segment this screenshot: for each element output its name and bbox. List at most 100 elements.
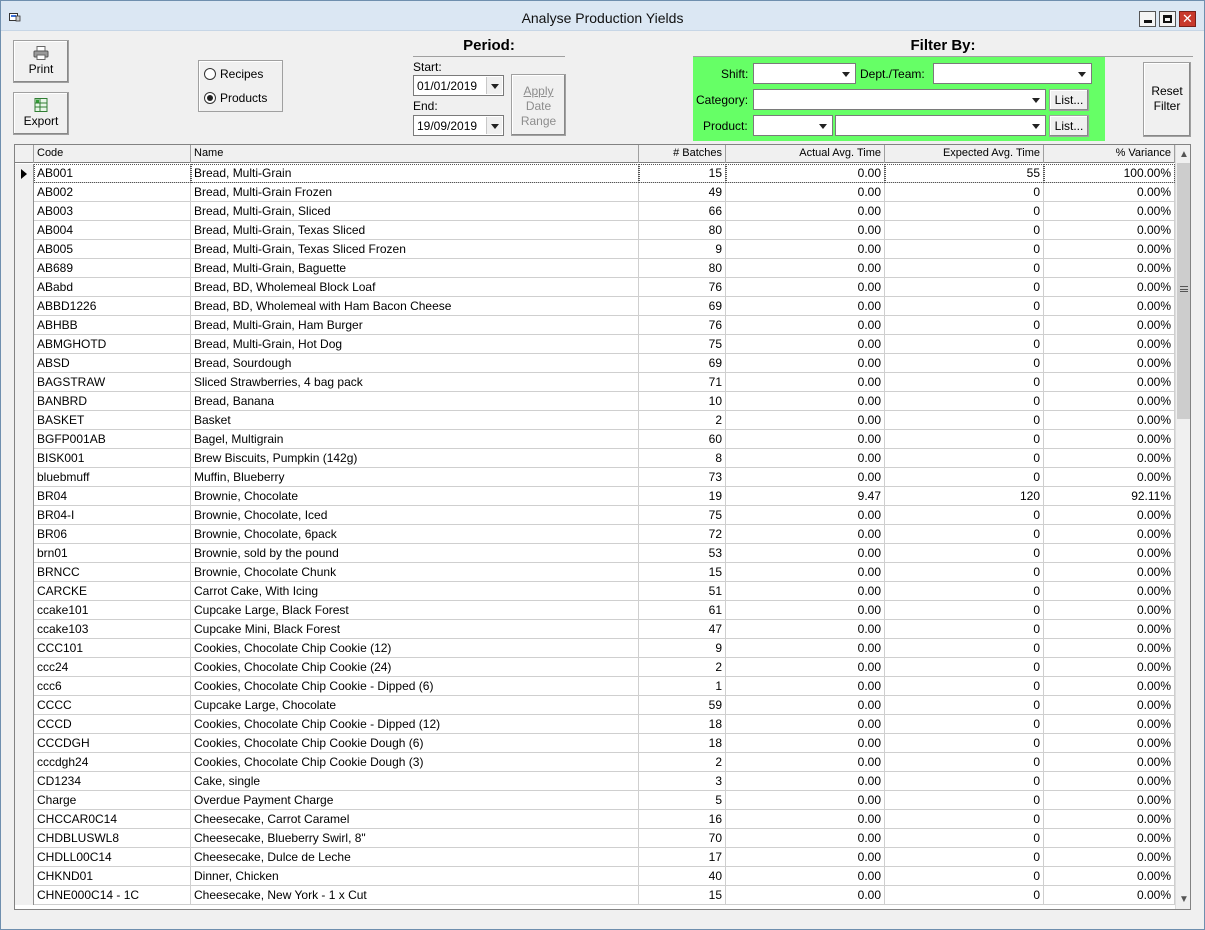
variance-cell[interactable]: 0.00%	[1044, 753, 1175, 772]
table-row[interactable]: ccake101 Cupcake Large, Black Forest 61 0.0…	[15, 601, 1175, 620]
expected-avg-time-cell[interactable]: 0	[885, 753, 1044, 772]
code-cell[interactable]: AB004	[34, 221, 191, 240]
actual-avg-time-cell[interactable]: 0.00	[726, 525, 885, 544]
code-cell[interactable]: ccc24	[34, 658, 191, 677]
batches-cell[interactable]: 76	[639, 316, 726, 335]
row-selector[interactable]	[15, 316, 34, 335]
expected-avg-time-cell[interactable]: 0	[885, 278, 1044, 297]
actual-avg-time-cell[interactable]: 9.47	[726, 487, 885, 506]
start-date-picker[interactable]: 01/01/2019	[413, 75, 504, 96]
chevron-down-icon[interactable]	[815, 117, 831, 134]
row-selector[interactable]	[15, 430, 34, 449]
table-row[interactable]: CHDLL00C14 Cheesecake, Dulce de Leche 17 0.…	[15, 848, 1175, 867]
row-selector[interactable]	[15, 810, 34, 829]
actual-avg-time-cell[interactable]: 0.00	[726, 278, 885, 297]
code-cell[interactable]: BR04-I	[34, 506, 191, 525]
expected-avg-time-cell[interactable]: 0	[885, 449, 1044, 468]
row-selector[interactable]	[15, 525, 34, 544]
name-cell[interactable]: Cookies, Chocolate Chip Cookie (12)	[191, 639, 639, 658]
name-cell[interactable]: Basket	[191, 411, 639, 430]
name-cell[interactable]: Overdue Payment Charge	[191, 791, 639, 810]
variance-cell[interactable]: 0.00%	[1044, 715, 1175, 734]
actual-avg-time-cell[interactable]: 0.00	[726, 829, 885, 848]
row-selector[interactable]	[15, 620, 34, 639]
name-cell[interactable]: Bagel, Multigrain	[191, 430, 639, 449]
actual-avg-time-cell[interactable]: 0.00	[726, 658, 885, 677]
code-cell[interactable]: CCC101	[34, 639, 191, 658]
vertical-scrollbar[interactable]: ▲ ▼	[1175, 145, 1190, 909]
table-row[interactable]: BANBRD Bread, Banana 10 0.00 0 0.00%	[15, 392, 1175, 411]
expected-avg-time-cell[interactable]: 0	[885, 525, 1044, 544]
apply-date-range-button[interactable]: Apply Date Range	[511, 74, 566, 136]
name-cell[interactable]: Brownie, Chocolate, Iced	[191, 506, 639, 525]
actual-avg-time-cell[interactable]: 0.00	[726, 468, 885, 487]
variance-cell[interactable]: 0.00%	[1044, 544, 1175, 563]
variance-cell[interactable]: 0.00%	[1044, 867, 1175, 886]
expected-avg-time-cell[interactable]: 0	[885, 240, 1044, 259]
code-cell[interactable]: CHKND01	[34, 867, 191, 886]
close-button[interactable]: ✕	[1179, 11, 1196, 27]
table-row[interactable]: CCC101 Cookies, Chocolate Chip Cookie (12…	[15, 639, 1175, 658]
table-row[interactable]: ABabd Bread, BD, Wholemeal Block Loaf 76 0.…	[15, 278, 1175, 297]
row-selector[interactable]	[15, 221, 34, 240]
expected-avg-time-cell[interactable]: 0	[885, 601, 1044, 620]
variance-cell[interactable]: 0.00%	[1044, 221, 1175, 240]
actual-avg-time-cell[interactable]: 0.00	[726, 506, 885, 525]
batches-cell[interactable]: 75	[639, 335, 726, 354]
actual-avg-time-cell[interactable]: 0.00	[726, 867, 885, 886]
code-cell[interactable]: BR06	[34, 525, 191, 544]
batches-cell[interactable]: 76	[639, 278, 726, 297]
row-selector[interactable]	[15, 259, 34, 278]
name-cell[interactable]: Bread, Sourdough	[191, 354, 639, 373]
batches-cell[interactable]: 47	[639, 620, 726, 639]
table-row[interactable]: BR06 Brownie, Chocolate, 6pack 72 0.00 0 0.00…	[15, 525, 1175, 544]
category-list-button[interactable]: List...	[1049, 89, 1089, 111]
code-cell[interactable]: BR04	[34, 487, 191, 506]
batches-cell[interactable]: 15	[639, 886, 726, 905]
name-cell[interactable]: Cake, single	[191, 772, 639, 791]
variance-cell[interactable]: 0.00%	[1044, 639, 1175, 658]
code-cell[interactable]: ABBD1226	[34, 297, 191, 316]
expected-avg-time-cell[interactable]: 0	[885, 715, 1044, 734]
row-selector[interactable]	[15, 639, 34, 658]
batches-cell[interactable]: 15	[639, 563, 726, 582]
code-cell[interactable]: AB001	[34, 164, 191, 183]
row-selector[interactable]	[15, 544, 34, 563]
actual-avg-time-cell[interactable]: 0.00	[726, 335, 885, 354]
code-cell[interactable]: CHCCAR0C14	[34, 810, 191, 829]
scroll-thumb[interactable]	[1177, 163, 1190, 419]
name-cell[interactable]: Cheesecake, New York - 1 x Cut	[191, 886, 639, 905]
column-header-expected-avg-time[interactable]: Expected Avg. Time	[885, 145, 1044, 163]
row-selector[interactable]	[15, 506, 34, 525]
variance-cell[interactable]: 0.00%	[1044, 316, 1175, 335]
expected-avg-time-cell[interactable]: 0	[885, 373, 1044, 392]
recipes-radio[interactable]: Recipes	[204, 66, 282, 82]
name-cell[interactable]: Cookies, Chocolate Chip Cookie Dough (6)	[191, 734, 639, 753]
row-selector[interactable]	[15, 411, 34, 430]
code-cell[interactable]: CARCKE	[34, 582, 191, 601]
code-cell[interactable]: cccdgh24	[34, 753, 191, 772]
variance-cell[interactable]: 0.00%	[1044, 449, 1175, 468]
batches-cell[interactable]: 69	[639, 354, 726, 373]
table-row[interactable]: BASKET Basket 2 0.00 0 0.00%	[15, 411, 1175, 430]
actual-avg-time-cell[interactable]: 0.00	[726, 544, 885, 563]
table-row[interactable]: ABHBB Bread, Multi-Grain, Ham Burger 76 0.0…	[15, 316, 1175, 335]
code-cell[interactable]: CCCDGH	[34, 734, 191, 753]
table-row[interactable]: AB689 Bread, Multi-Grain, Baguette 80 0.00 0…	[15, 259, 1175, 278]
code-cell[interactable]: ccake103	[34, 620, 191, 639]
name-cell[interactable]: Cookies, Chocolate Chip Cookie - Dipped …	[191, 677, 639, 696]
table-row[interactable]: BAGSTRAW Sliced Strawberries, 4 bag pack 7…	[15, 373, 1175, 392]
batches-cell[interactable]: 69	[639, 297, 726, 316]
code-cell[interactable]: brn01	[34, 544, 191, 563]
actual-avg-time-cell[interactable]: 0.00	[726, 164, 885, 183]
variance-cell[interactable]: 0.00%	[1044, 392, 1175, 411]
name-cell[interactable]: Dinner, Chicken	[191, 867, 639, 886]
expected-avg-time-cell[interactable]: 55	[885, 164, 1044, 183]
variance-cell[interactable]: 0.00%	[1044, 658, 1175, 677]
batches-cell[interactable]: 18	[639, 715, 726, 734]
name-cell[interactable]: Bread, Multi-Grain, Hot Dog	[191, 335, 639, 354]
actual-avg-time-cell[interactable]: 0.00	[726, 582, 885, 601]
expected-avg-time-cell[interactable]: 0	[885, 354, 1044, 373]
product-name-dropdown[interactable]	[835, 115, 1046, 136]
name-cell[interactable]: Sliced Strawberries, 4 bag pack	[191, 373, 639, 392]
